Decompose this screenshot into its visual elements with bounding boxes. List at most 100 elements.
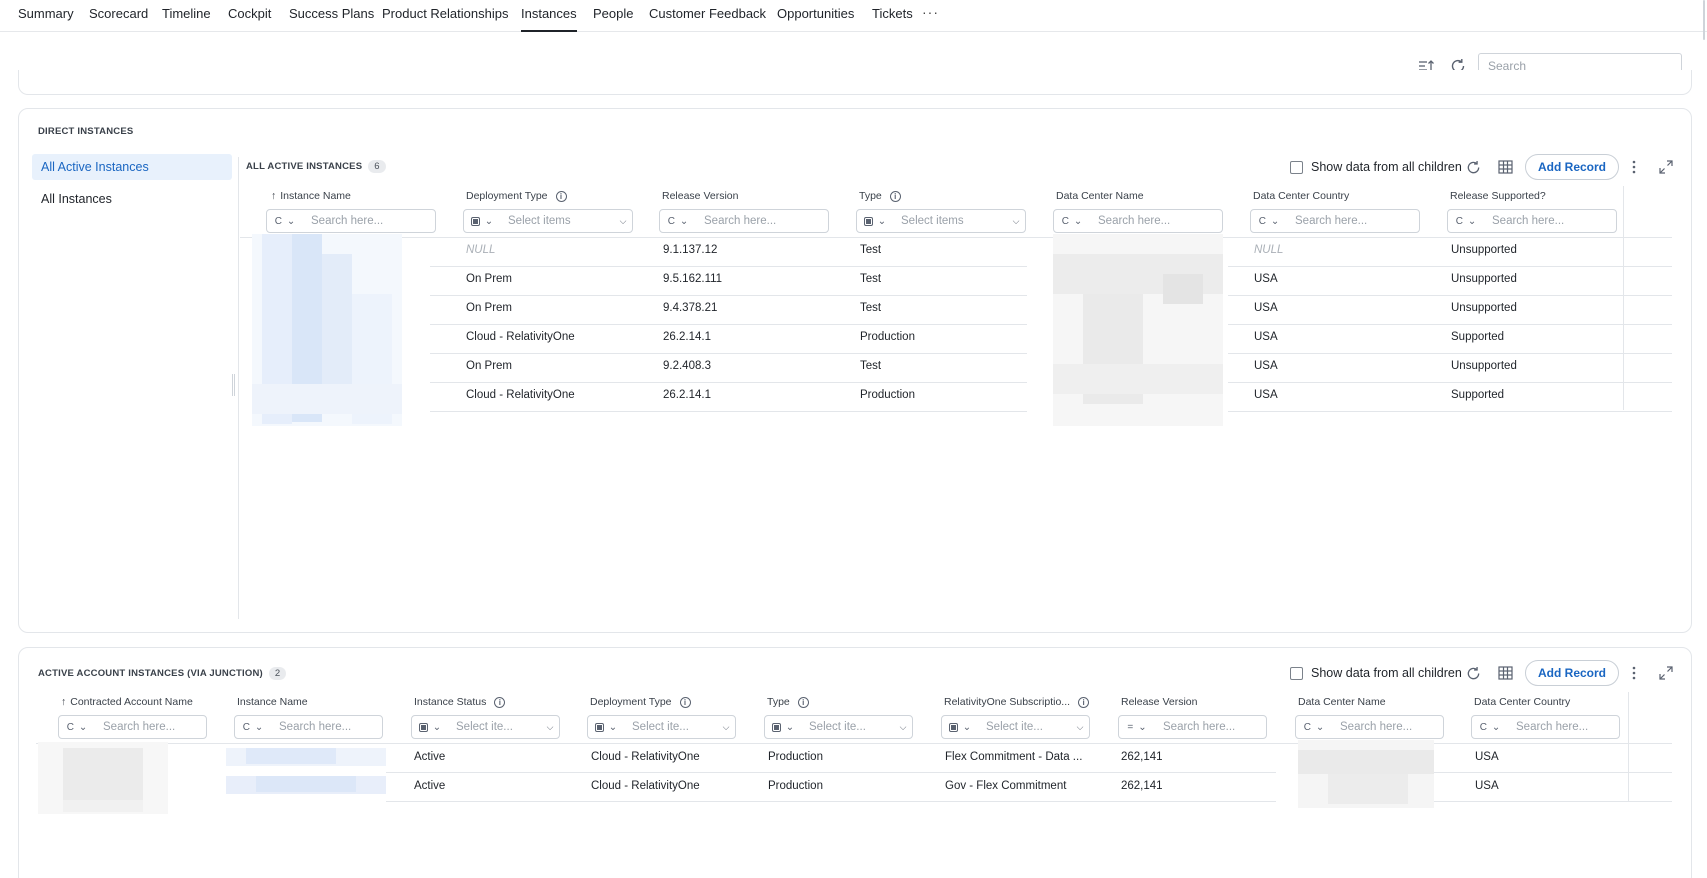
filter-deployment-type[interactable]: ⌄ Select ite... ⌵	[587, 715, 736, 739]
chevron-down-icon[interactable]: ⌵	[717, 722, 735, 733]
filter-relativityone-subscription[interactable]: ⌄ Select ite... ⌵	[941, 715, 1090, 739]
column-header-instance-status[interactable]: Instance Status i	[414, 696, 506, 708]
filter-instance-status[interactable]: ⌄ Select ite... ⌵	[411, 715, 560, 739]
tab-summary[interactable]: Summary	[18, 6, 74, 32]
filter-select[interactable]: Select items	[500, 215, 614, 227]
filter-input[interactable]: Search here...	[1287, 215, 1419, 227]
filter-data-center-name[interactable]: C ⌄ Search here...	[1295, 715, 1444, 739]
tab-people[interactable]: People	[593, 6, 633, 32]
chevron-down-icon[interactable]: ⌵	[541, 722, 559, 733]
tab-tickets[interactable]: Tickets	[872, 6, 913, 32]
column-header-release-version[interactable]: Release Version	[662, 190, 738, 202]
filter-instance-name[interactable]: C ⌄ Search here...	[266, 209, 436, 233]
resize-handle[interactable]	[232, 374, 235, 396]
filter-operator[interactable]: ⌄	[588, 716, 624, 738]
tab-opportunities[interactable]: Opportunities	[777, 6, 854, 32]
tab-cockpit[interactable]: Cockpit	[228, 6, 271, 32]
filter-operator[interactable]: C ⌄	[235, 716, 271, 738]
chevron-down-icon[interactable]: ⌵	[614, 216, 632, 227]
filter-input[interactable]: Search here...	[95, 721, 206, 733]
info-icon[interactable]: i	[1078, 696, 1090, 708]
tab-instances[interactable]: Instances	[521, 6, 577, 32]
filter-operator[interactable]: C ⌄	[59, 716, 95, 738]
column-header-data-center-name[interactable]: Data Center Name	[1298, 696, 1386, 708]
filter-data-center-name[interactable]: C ⌄ Search here...	[1053, 209, 1223, 233]
filter-select[interactable]: Select items	[893, 215, 1007, 227]
filter-operator[interactable]: C ⌄	[1472, 716, 1508, 738]
filter-instance-name[interactable]: C ⌄ Search here...	[234, 715, 383, 739]
filter-operator[interactable]: C ⌄	[1448, 210, 1484, 232]
filter-operator[interactable]: ⌄	[464, 210, 500, 232]
filter-select[interactable]: Select ite...	[801, 721, 894, 733]
grid-refresh-icon[interactable]	[1462, 662, 1484, 684]
filter-operator[interactable]: C ⌄	[1296, 716, 1332, 738]
filter-data-center-country[interactable]: C ⌄ Search here...	[1471, 715, 1620, 739]
tab-timeline[interactable]: Timeline	[162, 6, 211, 32]
info-icon[interactable]: i	[797, 696, 809, 708]
scrollbar[interactable]	[1703, 0, 1705, 40]
show-children-checkbox[interactable]	[1290, 160, 1303, 174]
tab-customer-feedback[interactable]: Customer Feedback	[649, 6, 766, 32]
add-record-button[interactable]: Add Record	[1525, 154, 1620, 180]
column-header-contracted-account-name[interactable]: ↑ Contracted Account Name	[61, 696, 193, 708]
column-header-data-center-country[interactable]: Data Center Country	[1253, 190, 1349, 202]
column-header-instance-name[interactable]: ↑ Instance Name	[271, 190, 351, 202]
filter-deployment-type[interactable]: ⌄ Select items ⌵	[463, 209, 633, 233]
filter-operator[interactable]: C ⌄	[660, 210, 696, 232]
filter-release-supported[interactable]: C ⌄ Search here...	[1447, 209, 1617, 233]
column-header-relativityone-subscription[interactable]: RelativityOne Subscriptio... i	[944, 696, 1090, 708]
info-icon[interactable]: i	[494, 696, 506, 708]
filter-operator[interactable]: ⌄	[412, 716, 448, 738]
filter-operator[interactable]: C ⌄	[1251, 210, 1287, 232]
grid-refresh-icon[interactable]	[1462, 156, 1484, 178]
filter-select[interactable]: Select ite...	[978, 721, 1071, 733]
column-header-release-version[interactable]: Release Version	[1121, 696, 1197, 708]
filter-operator[interactable]: ⌄	[765, 716, 801, 738]
column-header-deployment-type[interactable]: Deployment Type i	[590, 696, 691, 708]
column-header-type[interactable]: Type i	[859, 190, 901, 202]
filter-type[interactable]: ⌄ Select items ⌵	[856, 209, 1026, 233]
show-children-toggle[interactable]: Show data from all children	[1290, 666, 1462, 680]
filter-input[interactable]: Search here...	[1155, 721, 1266, 733]
column-header-release-supported[interactable]: Release Supported?	[1450, 190, 1546, 202]
column-header-instance-name[interactable]: Instance Name	[237, 696, 308, 708]
show-children-toggle[interactable]: Show data from all children	[1290, 160, 1462, 174]
filter-input[interactable]: Search here...	[271, 721, 382, 733]
filter-release-version[interactable]: C ⌄ Search here...	[659, 209, 829, 233]
add-record-button[interactable]: Add Record	[1525, 660, 1620, 686]
filter-select[interactable]: Select ite...	[624, 721, 717, 733]
filter-operator[interactable]: C ⌄	[1054, 210, 1090, 232]
column-header-data-center-name[interactable]: Data Center Name	[1056, 190, 1144, 202]
side-item-all-instances[interactable]: All Instances	[32, 186, 232, 212]
info-icon[interactable]: i	[679, 696, 691, 708]
filter-operator[interactable]: ⌄	[857, 210, 893, 232]
chevron-down-icon[interactable]: ⌵	[1007, 216, 1025, 227]
table-view-icon[interactable]	[1494, 156, 1516, 178]
more-options-icon[interactable]	[1623, 662, 1645, 684]
show-children-checkbox[interactable]	[1290, 666, 1303, 680]
filter-select[interactable]: Select ite...	[448, 721, 541, 733]
filter-data-center-country[interactable]: C ⌄ Search here...	[1250, 209, 1420, 233]
filter-input[interactable]: Search here...	[1508, 721, 1619, 733]
tab-success-plans[interactable]: Success Plans	[289, 6, 374, 32]
filter-contracted-account-name[interactable]: C ⌄ Search here...	[58, 715, 207, 739]
tab-scorecard[interactable]: Scorecard	[89, 6, 148, 32]
table-view-icon[interactable]	[1494, 662, 1516, 684]
filter-input[interactable]: Search here...	[1332, 721, 1443, 733]
chevron-down-icon[interactable]: ⌵	[1071, 722, 1089, 733]
expand-icon[interactable]	[1655, 156, 1677, 178]
tab-product-relationships[interactable]: Product Relationships	[382, 6, 508, 32]
filter-input[interactable]: Search here...	[696, 215, 828, 227]
column-header-deployment-type[interactable]: Deployment Type i	[466, 190, 567, 202]
filter-type[interactable]: ⌄ Select ite... ⌵	[764, 715, 913, 739]
info-icon[interactable]: i	[555, 190, 567, 202]
info-icon[interactable]: i	[889, 190, 901, 202]
chevron-down-icon[interactable]: ⌵	[894, 722, 912, 733]
filter-operator[interactable]: ⌄	[942, 716, 978, 738]
column-header-data-center-country[interactable]: Data Center Country	[1474, 696, 1570, 708]
more-tabs-icon[interactable]: ···	[922, 4, 939, 20]
filter-input[interactable]: Search here...	[1484, 215, 1616, 227]
more-options-icon[interactable]	[1623, 156, 1645, 178]
expand-icon[interactable]	[1655, 662, 1677, 684]
filter-release-version[interactable]: = ⌄ Search here...	[1118, 715, 1267, 739]
